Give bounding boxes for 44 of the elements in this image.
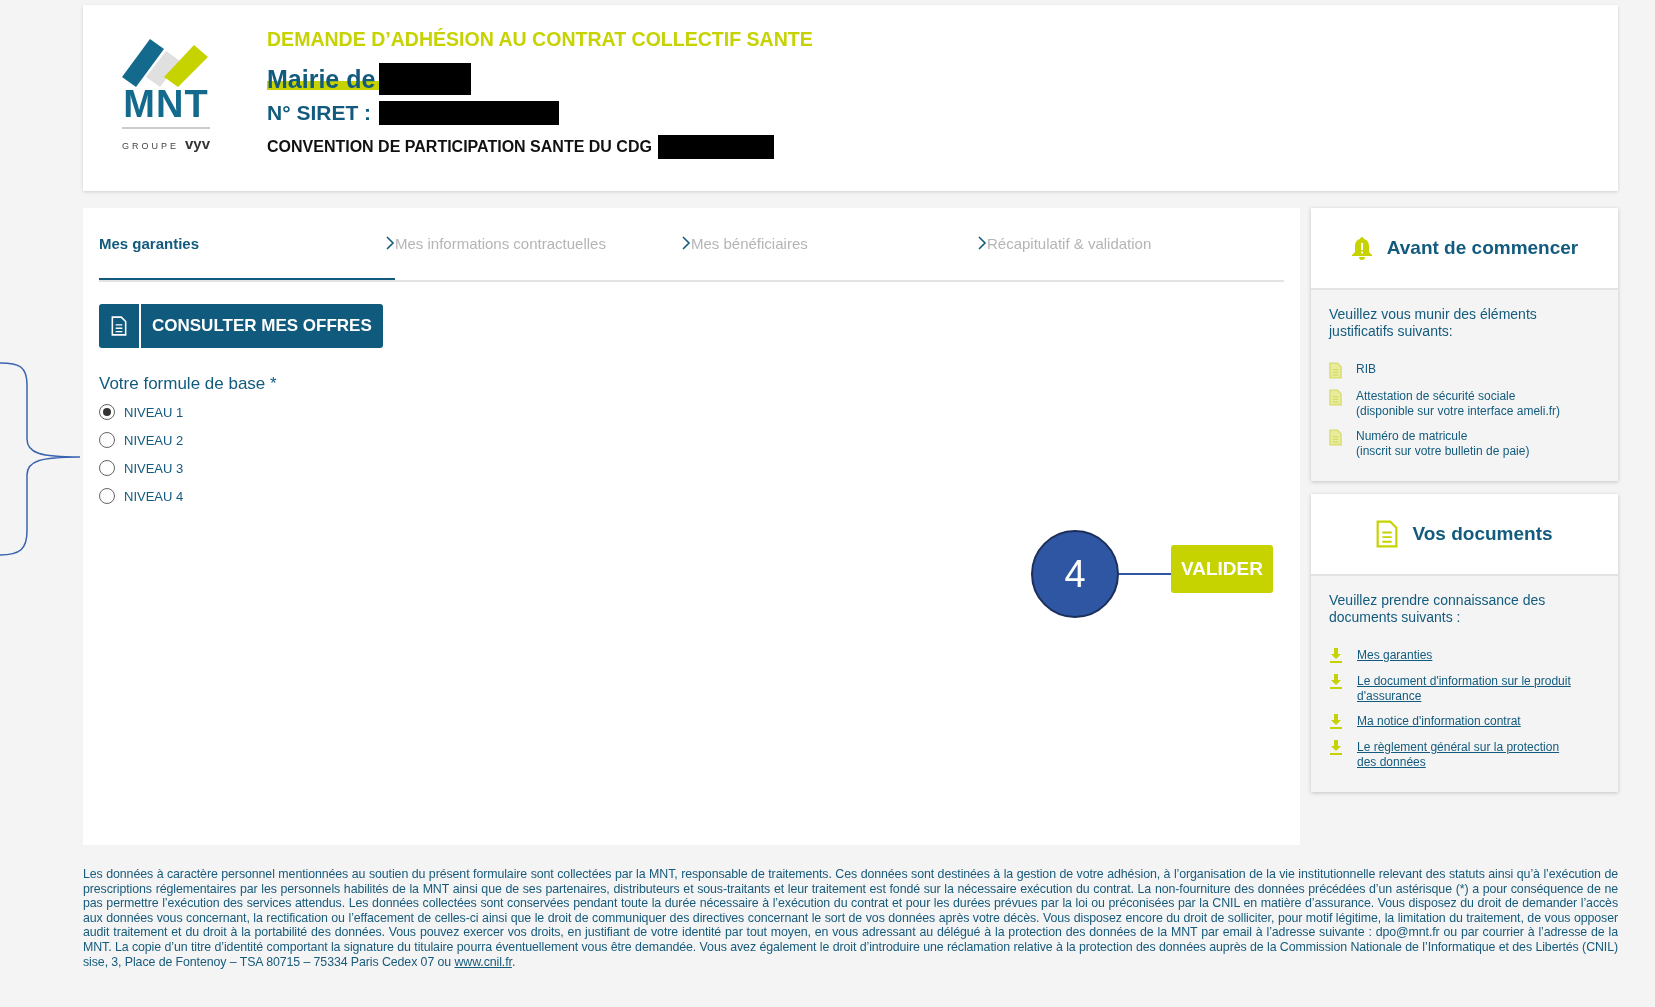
bell-icon xyxy=(1350,236,1373,260)
download-icon xyxy=(1329,740,1343,756)
radio-option[interactable]: NIVEAU 2 xyxy=(99,432,184,448)
document-icon xyxy=(1329,362,1342,379)
document-link[interactable]: Ma notice d'information contrat xyxy=(1357,714,1521,729)
card-intro: Veuillez vous munir des éléments justificatifs suivants: xyxy=(1329,306,1538,340)
card-title: Vos documents xyxy=(1412,523,1553,545)
chevron-icon xyxy=(385,235,395,251)
download-icon xyxy=(1329,648,1343,664)
privacy-notice: Les données à caractère personnel mentionnées au soutien du présent formulaire sont collectées par la MNT, responsable de traitements. Ces données sont destinées à la gestion de votre adhésion, à l’organisation de la vie institutionnelle relevant des statuts ainsi qu’à l’exécution de prescriptions réglementaires par les personnels habilités de la MNT ainsi que de ses partenaires, distributeurs et sous-traitants et leur traitement est fondé sur la nécessaire exécution du contrat. La non-fourniture des données précédées d’un astérisque (*) a pour conséquence de ne pas permettre l’exécution des services attendus. Les données collectées sont conservées pendant toute la durée nécessaire à l’exécution du contrat et pour les durées prévues par la loi ou préconisées par la CNIL en matière d’assurance. Vous disposez du droit de demander l’accès aux données vous concernant, la rectification ou l’effacement de celles-ci ainsi que le droit de communiquer des directives concernant le sort de vos données après votre décès. Vous disposez encore du droit de solliciter, pour motif légitime, la limitation du traitement, de vous opposer audit traitement et du droit à la portabilité des données. Vous pouvez exercer vos droits, en justifiant de votre identité par tout moyen, en vous adressant au délégué à la protection des données de la MNT par email à l’adresse suivante : dpo@mnt.fr ou par courrier à l’adresse de la MNT. La copie d’un titre d’identité comportant la signature du titulaire pourra éventuellement vous être demandée. Vous avez également le droit d’introduire une réclamation relative à la protection des données auprès de la Commission Nationale de l’Informatique et des Libertés (CNIL) sise, 3, Place de Fontenoy – TSA 80715 – 75334 Paris Cedex 07 ou www.cnil.fr. xyxy=(83,867,1618,970)
card-intro: Veuillez prendre connaissance des documents suivants : xyxy=(1329,592,1547,626)
cnil-link[interactable]: www.cnil.fr xyxy=(454,954,512,969)
requirement-title: Attestation de sécurité sociale xyxy=(1356,389,1517,404)
chevron-icon xyxy=(977,235,987,251)
logo-group-text: GROUPE xyxy=(121,141,179,151)
download-icon xyxy=(1329,674,1343,690)
leader-line xyxy=(1119,573,1171,575)
radio-option[interactable]: NIVEAU 1 xyxy=(99,404,184,420)
requirement-title: Numéro de matricule xyxy=(1356,429,1469,444)
document-icon xyxy=(1329,429,1342,446)
form-title: DEMANDE D’ADHÉSION AU CONTRAT COLLECTIF SANTE xyxy=(267,27,813,51)
card-title: Avant de commencer xyxy=(1386,237,1579,259)
requirement-detail: (disponible sur votre interface ameli.fr) xyxy=(1356,404,1561,419)
logo-brand-text: vyv xyxy=(185,135,210,152)
document-link[interactable]: Le document d'information sur le produit d'assurance xyxy=(1357,674,1577,704)
document-link[interactable]: Le règlement général sur la protection des données xyxy=(1357,740,1577,770)
siret-label: N° SIRET : xyxy=(267,101,372,125)
download-icon xyxy=(1329,714,1343,730)
document-link[interactable]: Mes garanties xyxy=(1357,648,1433,663)
radio-option[interactable]: NIVEAU 3 xyxy=(99,460,184,476)
requirement-detail: (inscrit sur votre bulletin de paie) xyxy=(1356,444,1530,459)
step-tab[interactable]: Mes garanties xyxy=(99,208,395,280)
field-label: Votre formule de base * xyxy=(99,374,278,394)
convention-label: CONVENTION DE PARTICIPATION SANTE DU CDG xyxy=(267,138,652,156)
bracket-icon xyxy=(0,361,80,557)
offers-button[interactable]: CONSULTER MES OFFRES xyxy=(99,304,383,348)
logo-text: MNT xyxy=(123,85,209,123)
document-icon xyxy=(111,316,127,336)
requirement-title: RIB xyxy=(1356,362,1376,377)
radio-option[interactable]: NIVEAU 4 xyxy=(99,488,184,504)
document-icon xyxy=(1329,389,1342,406)
document-icon xyxy=(1376,520,1399,548)
chevron-icon xyxy=(681,235,691,251)
step-marker: 4 xyxy=(1031,530,1119,618)
